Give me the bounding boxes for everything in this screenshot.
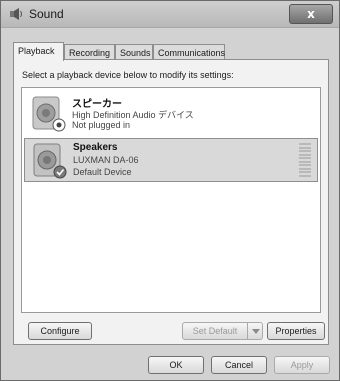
cancel-button[interactable]: Cancel (211, 356, 267, 374)
default-check-icon (53, 165, 67, 179)
device-driver: LUXMAN DA-06 (73, 155, 139, 165)
instruction-text: Select a playback device below to modify… (22, 70, 234, 80)
device-list[interactable]: スピーカー High Definition Audio デバイス Not plu… (21, 87, 321, 313)
speaker-device-icon (33, 143, 67, 179)
tab-playback[interactable]: Playback (13, 42, 64, 61)
set-default-dropdown-arrow-icon[interactable] (247, 322, 263, 340)
close-button[interactable]: x (289, 4, 333, 24)
sound-dialog: Sound x Playback Recording Sounds Commun… (0, 0, 340, 381)
device-item-speaker-jp[interactable]: スピーカー High Definition Audio デバイス Not plu… (24, 92, 318, 136)
tab-communications[interactable]: Communications (153, 44, 225, 60)
title-bar[interactable]: Sound x (1, 1, 339, 28)
window-title: Sound (29, 7, 64, 21)
configure-button[interactable]: Configure (28, 322, 92, 340)
device-item-speakers[interactable]: Speakers LUXMAN DA-06 Default Device (24, 138, 318, 182)
properties-button[interactable]: Properties (267, 322, 325, 340)
apply-button[interactable]: Apply (274, 356, 330, 374)
speaker-device-icon (32, 96, 66, 132)
device-status: Not plugged in (72, 120, 131, 130)
playback-panel: Select a playback device below to modify… (13, 59, 329, 345)
close-icon: x (307, 7, 315, 21)
device-name: Speakers (73, 142, 118, 153)
device-status: Default Device (73, 167, 132, 177)
tab-sounds[interactable]: Sounds (115, 44, 153, 60)
tab-recording[interactable]: Recording (64, 44, 115, 60)
ok-button[interactable]: OK (148, 356, 204, 374)
set-default-button[interactable]: Set Default (182, 322, 248, 340)
speaker-icon (10, 8, 22, 20)
volume-level-meter (299, 143, 311, 177)
